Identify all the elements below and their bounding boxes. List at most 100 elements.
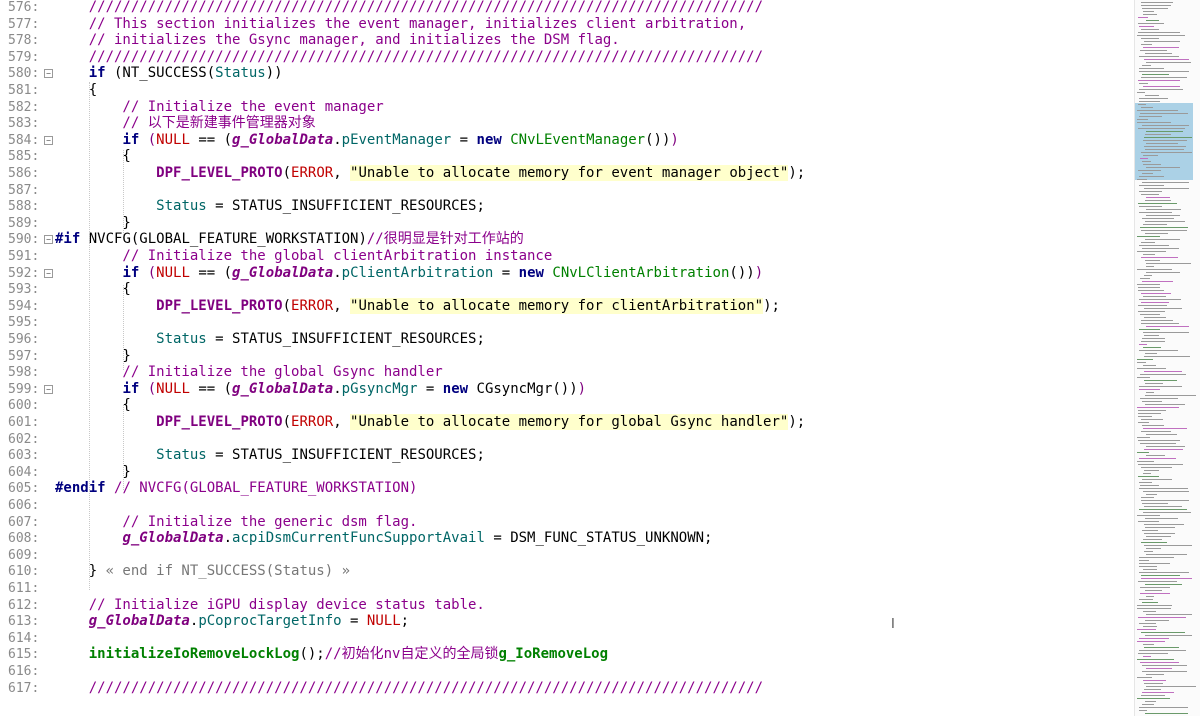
code-line[interactable]: 605: #endif // NVCFG(GLOBAL_FEATURE_WORKS…	[0, 480, 1132, 497]
minimap[interactable]	[1134, 0, 1200, 716]
code-line[interactable]: 607: // Initialize the generic dsm flag.	[0, 514, 1132, 531]
code-line[interactable]: 582: // Initialize the event manager	[0, 99, 1132, 116]
minimap-line	[1142, 65, 1151, 66]
minimap-line	[1145, 95, 1159, 96]
minimap-line	[1139, 563, 1170, 564]
code-line[interactable]: 588: Status = STATUS_INSUFFICIENT_RESOUR…	[0, 198, 1132, 215]
minimap-line	[1141, 2, 1173, 3]
minimap-line	[1143, 155, 1158, 156]
code-line[interactable]: 593: {	[0, 281, 1132, 298]
code-line[interactable]: 604: }	[0, 464, 1132, 481]
minimap-line	[1146, 392, 1154, 393]
code-line[interactable]: 585: {	[0, 148, 1132, 165]
line-gutter: 593:	[0, 281, 52, 298]
code-line[interactable]: 590: − #if NVCFG(GLOBAL_FEATURE_WORKSTATIO…	[0, 231, 1132, 248]
minimap-line	[1146, 20, 1159, 21]
minimap-line	[1144, 188, 1189, 189]
minimap-line	[1139, 650, 1186, 651]
code-line[interactable]: 587:	[0, 182, 1132, 199]
code-line[interactable]: 600: {	[0, 397, 1132, 414]
code-line[interactable]: 615: initializeIoRemoveLockLog();//初始化nv…	[0, 646, 1132, 663]
code-line[interactable]: 577: // This section initializes the eve…	[0, 16, 1132, 33]
code-line[interactable]: 584: − if (NULL == (g_GlobalData.pEventMa…	[0, 132, 1132, 149]
minimap-line	[1140, 593, 1170, 594]
fold-toggle-icon[interactable]: −	[44, 69, 53, 79]
code-line[interactable]: 597: }	[0, 348, 1132, 365]
line-number: 576:	[8, 0, 40, 15]
code-line[interactable]: 586: DPF_LEVEL_PROTO(ERROR, "Unable to a…	[0, 165, 1132, 182]
code-line[interactable]: 612: // Initialize iGPU display device s…	[0, 597, 1132, 614]
token: }	[55, 563, 106, 580]
minimap-line	[1145, 404, 1185, 405]
minimap-line	[1144, 506, 1182, 507]
code-text: // Initialize iGPU display device status…	[55, 597, 485, 614]
minimap-line	[1140, 587, 1170, 588]
minimap-line	[1139, 458, 1176, 459]
minimap-line	[1141, 320, 1173, 321]
code-line[interactable]: 598: // Initialize the global Gsync hand…	[0, 364, 1132, 381]
line-number: 604:	[8, 464, 40, 480]
line-gutter: 579:	[0, 49, 52, 66]
code-line[interactable]: 596: Status = STATUS_INSUFFICIENT_RESOUR…	[0, 331, 1132, 348]
code-line[interactable]: 601: DPF_LEVEL_PROTO(ERROR, "Unable to a…	[0, 414, 1132, 431]
minimap-line	[1143, 365, 1156, 366]
line-number: 594:	[8, 298, 40, 314]
fold-toggle-icon[interactable]: −	[44, 268, 53, 278]
minimap-line	[1139, 212, 1172, 213]
code-line[interactable]: 613: g_GlobalData.pCoprocTargetInfo = NU…	[0, 613, 1132, 630]
token-kw: new	[518, 264, 544, 281]
line-number: 577:	[8, 16, 40, 32]
line-number: 603:	[8, 448, 40, 464]
minimap-line	[1137, 362, 1146, 363]
code-text: }	[55, 347, 131, 365]
token-id: acpiDsmCurrentFuncSupportAvail	[232, 530, 485, 547]
code-line[interactable]: 611:	[0, 580, 1132, 597]
token: ())	[645, 131, 671, 148]
token-kw: #if	[55, 231, 81, 248]
code-line[interactable]: 576: ///////////////////////////////////…	[0, 0, 1132, 16]
code-line[interactable]: 609:	[0, 547, 1132, 564]
fold-toggle-icon[interactable]: −	[44, 235, 53, 245]
minimap-line	[1143, 254, 1155, 255]
code-text: Status = STATUS_INSUFFICIENT_RESOURCES;	[55, 198, 485, 215]
code-line[interactable]: 599: − if (NULL == (g_GlobalData.pGsyncMg…	[0, 381, 1132, 398]
minimap-line	[1144, 380, 1177, 381]
code-line[interactable]: 579: ///////////////////////////////////…	[0, 49, 1132, 66]
minimap-line	[1139, 599, 1153, 600]
code-line[interactable]: 581: {	[0, 82, 1132, 99]
token: }	[55, 347, 131, 364]
token: );	[763, 297, 780, 314]
code-line[interactable]: 610: } « end if NT_SUCCESS(Status) »	[0, 563, 1132, 580]
code-line[interactable]: 591: // Initialize the global clientArbi…	[0, 248, 1132, 265]
code-line[interactable]: 583: // 以下是新建事件管理器对象	[0, 115, 1132, 132]
code-line[interactable]: 608: g_GlobalData.acpiDsmCurrentFuncSupp…	[0, 530, 1132, 547]
code-line[interactable]: 616:	[0, 663, 1132, 680]
minimap-line	[1142, 692, 1174, 693]
fold-toggle-icon[interactable]: −	[44, 135, 53, 145]
token: =	[451, 131, 477, 148]
token: ();	[299, 646, 325, 663]
token: .	[333, 131, 342, 148]
minimap-line	[1141, 341, 1165, 342]
code-line[interactable]: 614:	[0, 630, 1132, 647]
minimap-viewport[interactable]	[1135, 103, 1193, 180]
code-line[interactable]: 617: ///////////////////////////////////…	[0, 680, 1132, 697]
minimap-line	[1144, 308, 1182, 309]
code-line[interactable]: 595:	[0, 314, 1132, 331]
code-line[interactable]: 580: − if (NT_SUCCESS(Status))	[0, 65, 1132, 82]
minimap-line	[1142, 125, 1189, 126]
code-line[interactable]: 606:	[0, 497, 1132, 514]
code-editor[interactable]: 576: ///////////////////////////////////…	[0, 0, 1132, 716]
code-line[interactable]: 594: DPF_LEVEL_PROTO(ERROR, "Unable to a…	[0, 297, 1132, 315]
code-line[interactable]: 589: }	[0, 215, 1132, 232]
token: );	[788, 165, 806, 181]
fold-toggle-icon[interactable]: −	[44, 384, 53, 394]
code-line[interactable]: 602:	[0, 431, 1132, 448]
minimap-line	[1142, 401, 1162, 402]
code-line[interactable]: 578: // initializes the Gsync manager, a…	[0, 32, 1132, 49]
code-text: DPF_LEVEL_PROTO(ERROR, "Unable to alloca…	[55, 414, 805, 431]
line-number: 589:	[8, 215, 40, 231]
line-gutter: 605:	[0, 480, 52, 497]
code-line[interactable]: 592: − if (NULL == (g_GlobalData.pClientA…	[0, 265, 1132, 282]
code-line[interactable]: 603: Status = STATUS_INSUFFICIENT_RESOUR…	[0, 447, 1132, 464]
